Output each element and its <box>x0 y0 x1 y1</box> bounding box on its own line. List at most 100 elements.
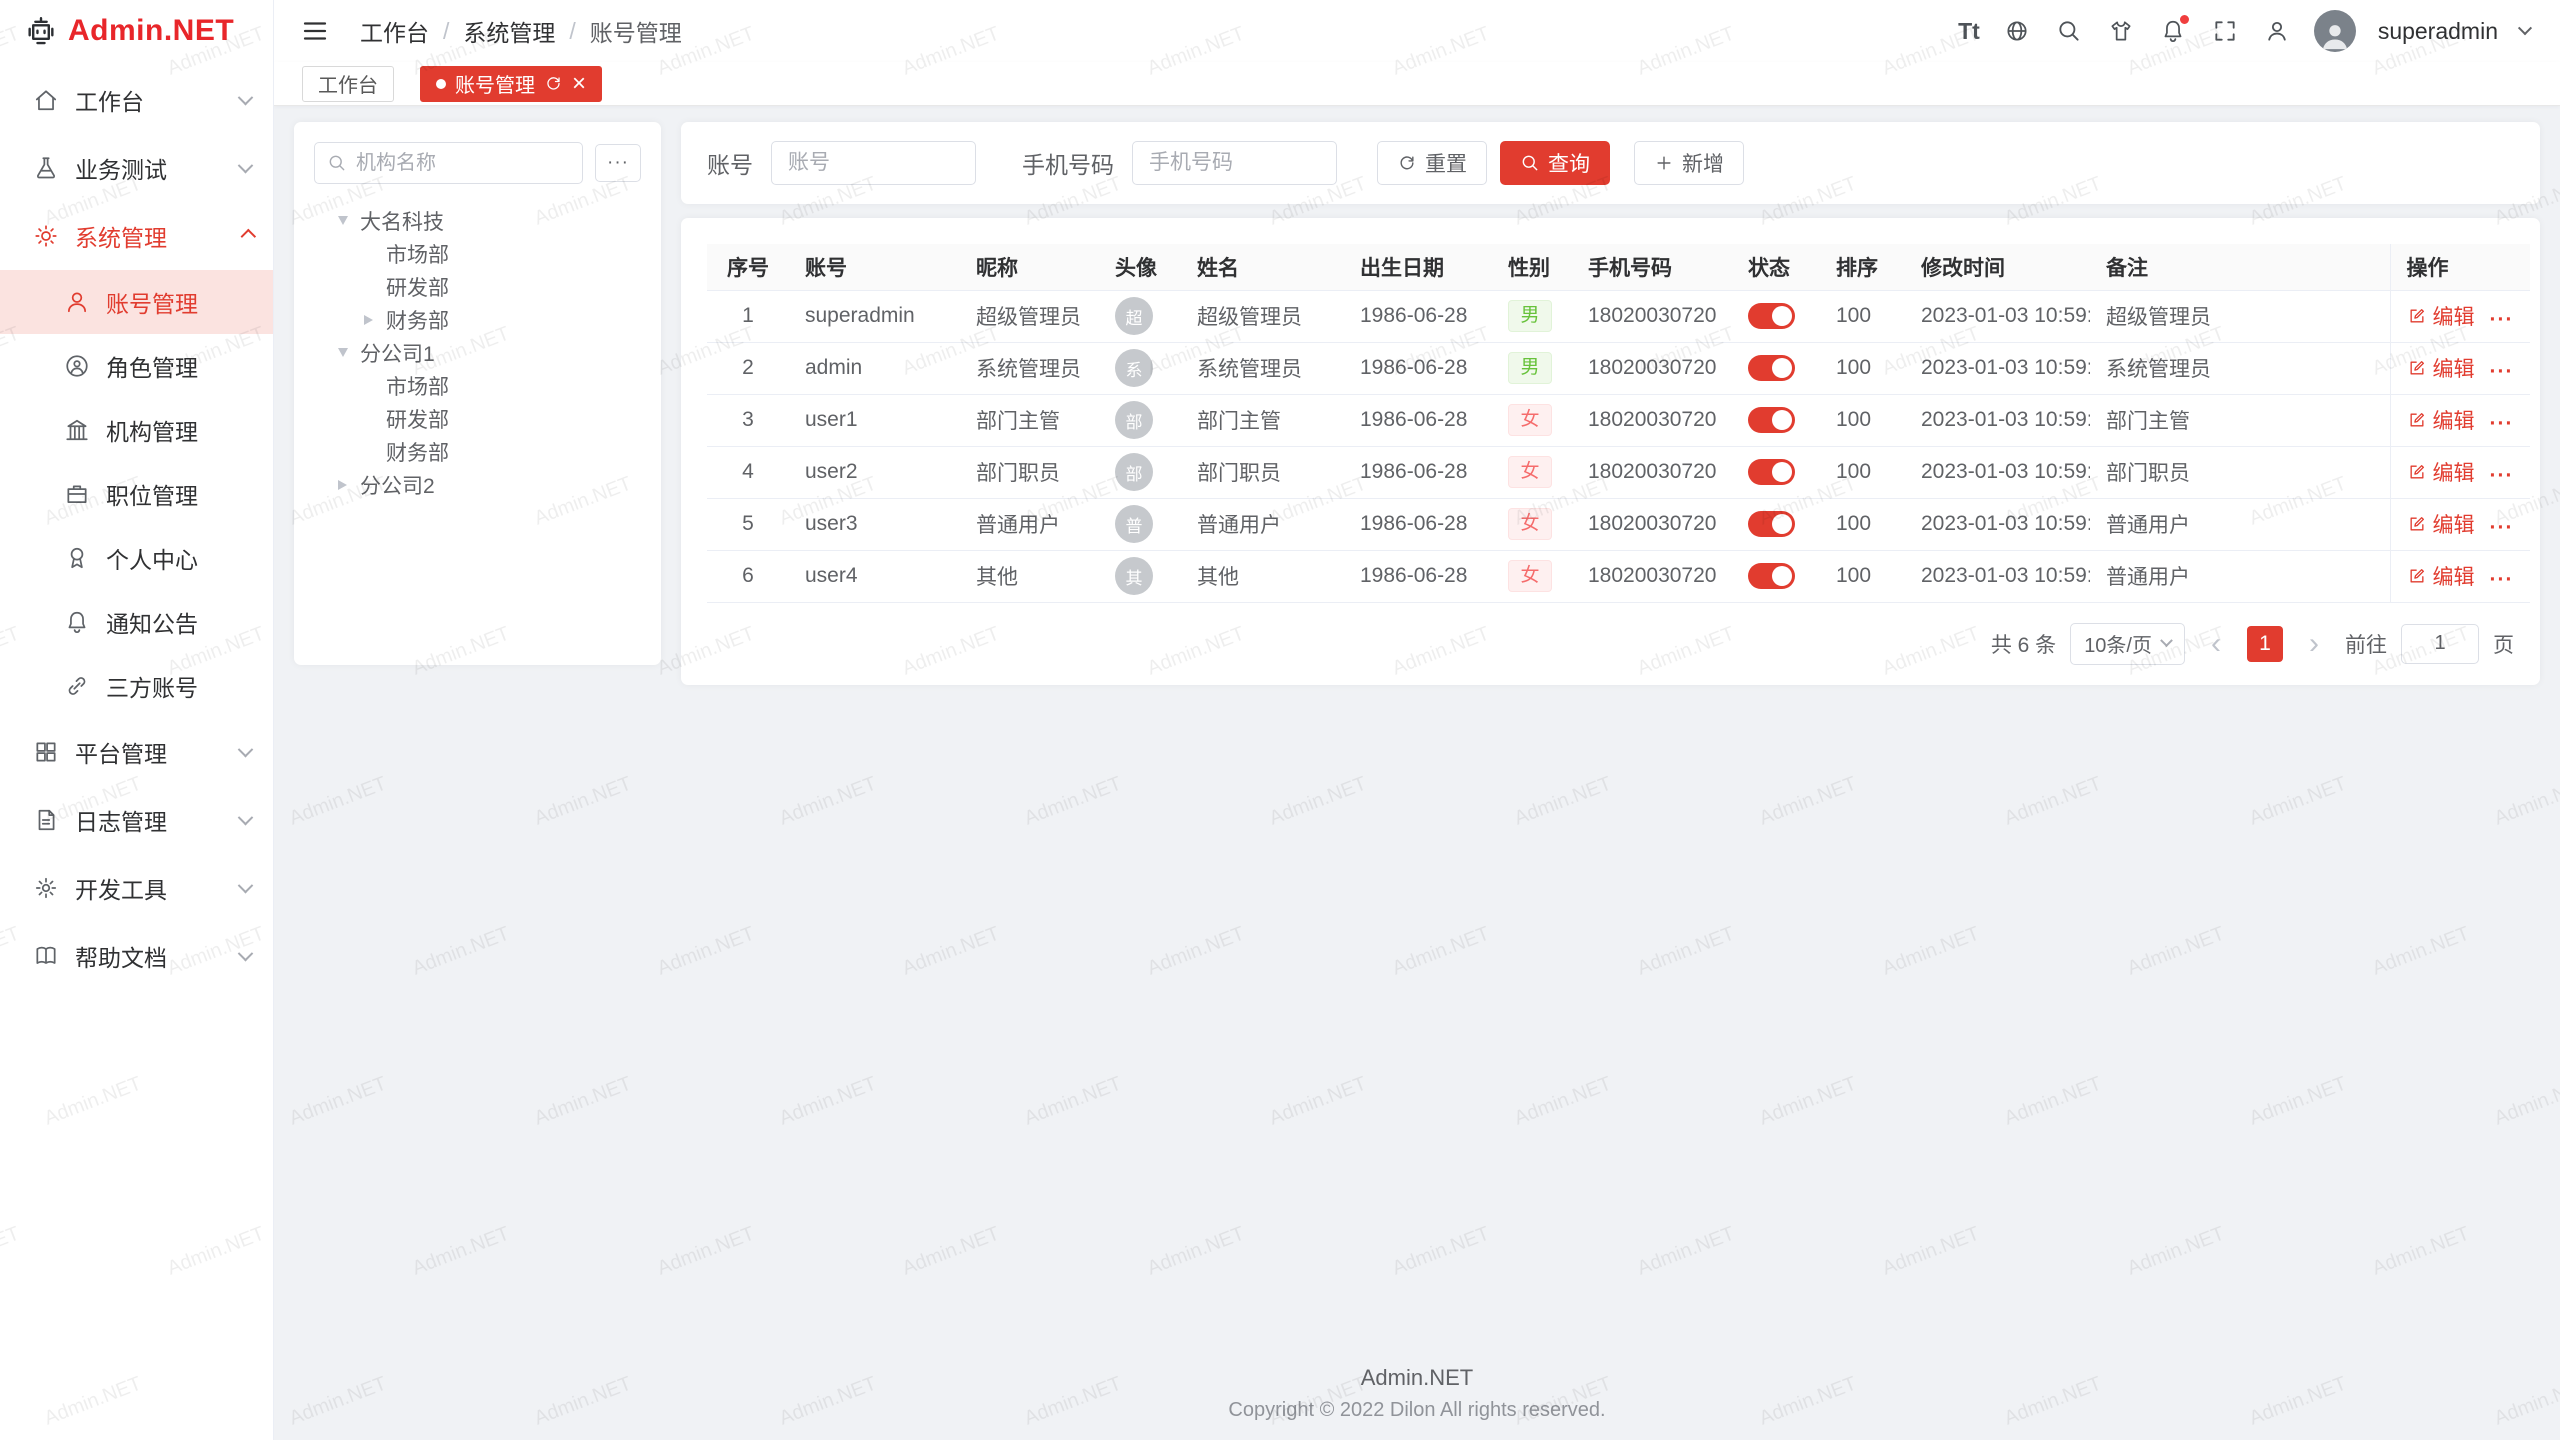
org-search-input[interactable] <box>356 152 570 175</box>
tree-node[interactable]: 研发部 <box>314 402 641 435</box>
edit-button[interactable]: 编辑 <box>2407 353 2475 383</box>
cell-nickname: 部门职员 <box>960 446 1099 498</box>
sidebar-item-role-mgmt[interactable]: 角色管理 <box>0 334 273 398</box>
chevron-down-icon[interactable] <box>2518 21 2532 35</box>
fullscreen-icon[interactable] <box>2210 16 2240 46</box>
font-size-icon[interactable]: Tt <box>1958 16 1980 46</box>
edit-button[interactable]: 编辑 <box>2407 405 2475 435</box>
sidebar-item-third-party-account[interactable]: 三方账号 <box>0 654 273 718</box>
breadcrumb-item[interactable]: 工作台 <box>360 14 429 48</box>
row-more-button[interactable]: ··· <box>2490 568 2514 591</box>
account-input[interactable] <box>771 141 976 185</box>
pagination-total: 共 6 条 <box>1991 629 2056 659</box>
tree-node[interactable]: 分公司1 <box>314 336 641 369</box>
add-button[interactable]: 新增 <box>1634 141 1744 185</box>
tree-caret-icon[interactable] <box>338 348 360 357</box>
search-icon[interactable] <box>2054 16 2084 46</box>
breadcrumb-item[interactable]: 账号管理 <box>590 14 682 48</box>
row-more-button[interactable]: ··· <box>2490 308 2514 331</box>
edit-button[interactable]: 编辑 <box>2407 457 2475 487</box>
avatar[interactable] <box>2314 10 2356 52</box>
locale-icon[interactable] <box>2002 16 2032 46</box>
theme-icon[interactable] <box>2106 16 2136 46</box>
query-button[interactable]: 查询 <box>1500 141 1610 185</box>
topbar: 工作台/系统管理/账号管理 Tt <box>274 0 2560 62</box>
username[interactable]: superadmin <box>2378 18 2498 45</box>
goto-page-input[interactable] <box>2401 624 2479 664</box>
cell-name: 系统管理员 <box>1181 342 1344 394</box>
tree-node[interactable]: 市场部 <box>314 237 641 270</box>
tree-node[interactable]: 研发部 <box>314 270 641 303</box>
tree-node[interactable]: 财务部 <box>314 435 641 468</box>
phone-label: 手机号码 <box>1022 146 1114 180</box>
page-number-button[interactable]: 1 <box>2247 626 2283 662</box>
chevron-down-icon <box>2160 634 2173 647</box>
sidebar-item-position-mgmt[interactable]: 职位管理 <box>0 462 273 526</box>
cell-phone: 18020030720 <box>1572 498 1732 550</box>
edit-label: 编辑 <box>2433 405 2475 435</box>
row-more-button[interactable]: ··· <box>2490 412 2514 435</box>
sidebar-item-org-mgmt[interactable]: 机构管理 <box>0 398 273 462</box>
tree-more-button[interactable]: ··· <box>595 144 641 182</box>
tab-account-mgmt[interactable]: 账号管理× <box>420 66 602 102</box>
tree-node[interactable]: 大名科技 <box>314 204 641 237</box>
sidebar-item-business-test[interactable]: 业务测试 <box>0 134 273 202</box>
edit-label: 编辑 <box>2433 301 2475 331</box>
breadcrumb-item[interactable]: 系统管理 <box>463 14 555 48</box>
phone-input[interactable] <box>1132 141 1337 185</box>
app-root: Admin.NET 工作台业务测试系统管理账号管理角色管理机构管理职位管理个人中… <box>0 0 2560 1440</box>
sidebar-item-system-mgmt[interactable]: 系统管理 <box>0 202 273 270</box>
sidebar-item-personal-center[interactable]: 个人中心 <box>0 526 273 590</box>
notification-icon[interactable] <box>2158 16 2188 46</box>
edit-button[interactable]: 编辑 <box>2407 509 2475 539</box>
page-size-select[interactable]: 10条/页 <box>2070 623 2185 665</box>
status-toggle[interactable] <box>1748 355 1795 381</box>
row-more-button[interactable]: ··· <box>2490 360 2514 383</box>
edit-button[interactable]: 编辑 <box>2407 561 2475 591</box>
sidebar-item-account-mgmt[interactable]: 账号管理 <box>0 270 273 334</box>
status-toggle[interactable] <box>1748 303 1795 329</box>
sidebar-item-workbench[interactable]: 工作台 <box>0 66 273 134</box>
tree-node[interactable]: 市场部 <box>314 369 641 402</box>
tree-caret-icon[interactable] <box>338 480 360 490</box>
tab-workbench[interactable]: 工作台 <box>302 66 394 102</box>
next-page-button[interactable]: › <box>2297 626 2331 662</box>
tree-node[interactable]: 分公司2 <box>314 468 641 501</box>
sidebar: Admin.NET 工作台业务测试系统管理账号管理角色管理机构管理职位管理个人中… <box>0 0 274 1440</box>
chevron-down-icon <box>238 89 254 105</box>
reset-button[interactable]: 重置 <box>1377 141 1487 185</box>
status-toggle[interactable] <box>1748 563 1795 589</box>
tree-caret-icon[interactable] <box>338 216 360 225</box>
status-toggle[interactable] <box>1748 407 1795 433</box>
sidebar-item-dev-tools[interactable]: 开发工具 <box>0 854 273 922</box>
hamburger-menu-icon[interactable] <box>300 15 332 47</box>
status-toggle[interactable] <box>1748 459 1795 485</box>
prev-page-button[interactable]: ‹ <box>2199 626 2233 662</box>
row-avatar: 部 <box>1115 453 1153 491</box>
menu-label: 系统管理 <box>75 219 167 253</box>
cell-ops: 编辑 ··· <box>2390 446 2530 498</box>
cell-nickname: 系统管理员 <box>960 342 1099 394</box>
tree-node-label: 财务部 <box>386 305 449 335</box>
status-toggle[interactable] <box>1748 511 1795 537</box>
edit-button[interactable]: 编辑 <box>2407 301 2475 331</box>
row-more-button[interactable]: ··· <box>2490 516 2514 539</box>
cell-index: 4 <box>707 446 789 498</box>
table-body: 1superadmin超级管理员超超级管理员1986-06-28男1802003… <box>707 290 2530 602</box>
logo[interactable]: Admin.NET <box>0 0 273 62</box>
tree-node-label: 市场部 <box>386 239 449 269</box>
tree-node[interactable]: 财务部 <box>314 303 641 336</box>
breadcrumb: 工作台/系统管理/账号管理 <box>360 14 682 48</box>
tab-close-icon[interactable]: × <box>572 72 586 96</box>
row-more-button[interactable]: ··· <box>2490 464 2514 487</box>
sidebar-item-platform-mgmt[interactable]: 平台管理 <box>0 718 273 786</box>
profile-icon[interactable] <box>2262 16 2292 46</box>
column-header-ops: 操作 <box>2390 244 2530 290</box>
sidebar-item-help-docs[interactable]: 帮助文档 <box>0 922 273 990</box>
tree-caret-icon[interactable] <box>364 315 386 325</box>
column-header-account: 账号 <box>789 244 960 290</box>
menu-label: 业务测试 <box>75 151 167 185</box>
sidebar-item-log-mgmt[interactable]: 日志管理 <box>0 786 273 854</box>
sidebar-item-notice[interactable]: 通知公告 <box>0 590 273 654</box>
cell-phone: 18020030720 <box>1572 446 1732 498</box>
